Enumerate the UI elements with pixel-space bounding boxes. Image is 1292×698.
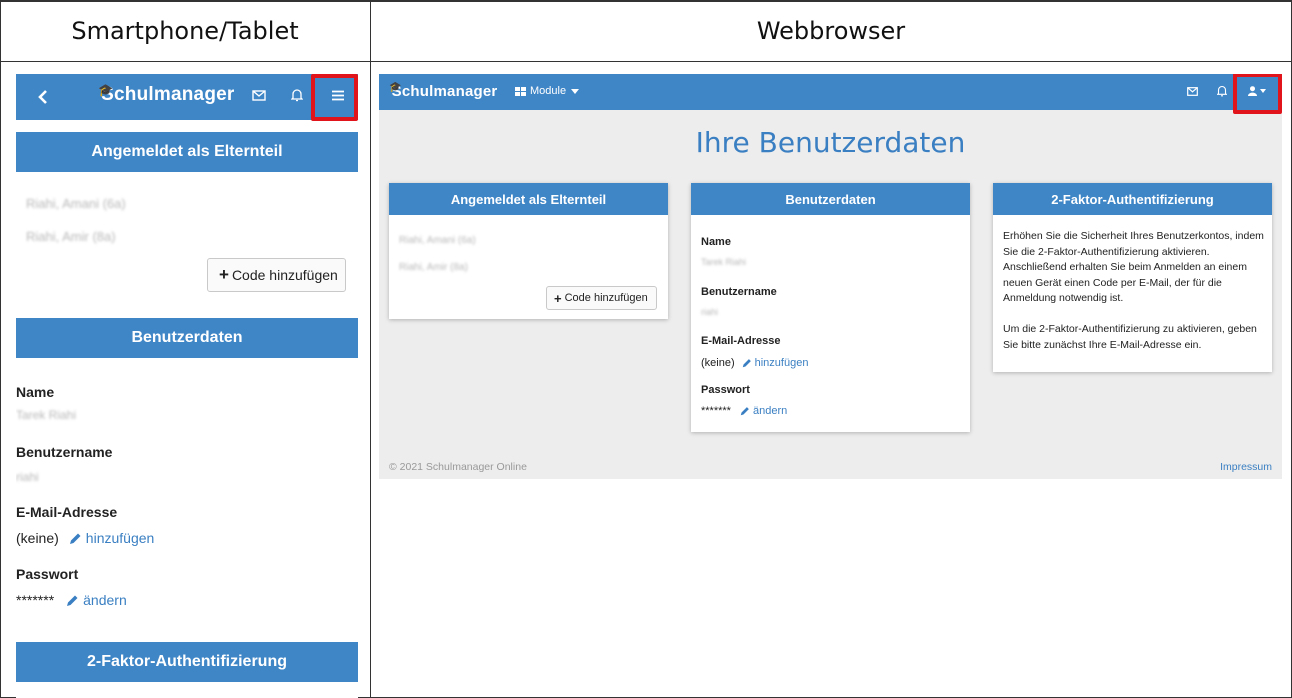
web-userdata-card: Benutzerdaten Name Tarek Riahi Benutzern… <box>691 183 970 432</box>
pencil-icon <box>740 407 749 416</box>
phone-brand[interactable]: 🎓 Schulmanager <box>98 83 235 106</box>
phone-username-label: Benutzername <box>16 444 113 460</box>
web-email-row: (keine) hinzufügen <box>701 357 808 369</box>
web-twofa-instruction: Um die 2-Faktor-Authentifizierung zu akt… <box>1003 323 1257 351</box>
web-email-add-text: hinzufügen <box>754 357 809 369</box>
web-module-menu[interactable]: Module <box>515 85 580 97</box>
web-password-change-link[interactable]: ändern <box>740 405 787 417</box>
web-add-code-button[interactable]: + Code hinzufügen <box>546 286 657 310</box>
page-title: Ihre Benutzerdaten <box>695 126 966 159</box>
envelope-icon[interactable] <box>1187 87 1198 96</box>
web-brand-text: Schulmanager <box>391 83 498 100</box>
web-username-value: riahi <box>701 307 719 317</box>
web-twofa-description: Erhöhen Sie die Sicherheit Ihres Benutze… <box>1003 230 1264 304</box>
web-password-change-text: ändern <box>752 405 788 417</box>
phone-email-label: E-Mail-Adresse <box>16 504 118 520</box>
phone-password-change-text: ändern <box>83 592 127 608</box>
frame-border-left <box>0 0 1 698</box>
phone-name-label: Name <box>16 384 55 400</box>
web-parent-card-header: Angemeldet als Elternteil <box>389 183 668 215</box>
phone-parent-header: Angemeldet als Elternteil <box>16 132 358 172</box>
web-name-value: Tarek Riahi <box>701 257 747 267</box>
phone-username-value: riahi <box>16 470 39 484</box>
web-module-menu-label: Module <box>530 85 567 97</box>
graduation-cap-icon: 🎓 <box>389 82 402 93</box>
phone-child-1: Riahi, Amani (6a) <box>26 196 126 211</box>
web-footer-copyright: © 2021 Schulmanager Online <box>389 461 527 473</box>
web-password-value: ******* <box>701 405 731 417</box>
web-username-label: Benutzername <box>701 286 777 298</box>
phone-add-code-label: Code hinzufügen <box>231 267 338 283</box>
web-brand[interactable]: 🎓 Schulmanager <box>389 82 498 100</box>
phone-email-add-link[interactable]: hinzufügen <box>69 530 155 546</box>
web-password-label: Passwort <box>701 384 750 396</box>
web-password-row: ******* ändern <box>701 405 787 417</box>
phone-email-row: (keine) hinzufügen <box>16 530 154 546</box>
web-child-2: Riahi, Amir (8a) <box>399 262 468 273</box>
phone-password-change-link[interactable]: ändern <box>66 592 127 608</box>
web-twofa-card: 2-Faktor-Authentifizierung Erhöhen Sie d… <box>993 183 1272 372</box>
phone-userdata-header: Benutzerdaten <box>16 318 358 358</box>
phone-email-value: (keine) <box>16 530 59 546</box>
web-add-code-label: Code hinzufügen <box>564 292 648 304</box>
web-name-label: Name <box>701 236 731 248</box>
column-divider <box>370 0 371 698</box>
envelope-icon[interactable] <box>252 90 266 101</box>
web-twofa-card-header: 2-Faktor-Authentifizierung <box>993 183 1272 215</box>
back-icon[interactable] <box>36 88 50 106</box>
phone-password-value: ******* <box>16 592 55 608</box>
web-email-value: (keine) <box>701 357 735 369</box>
pencil-icon <box>67 595 78 606</box>
web-navbar: 🎓 Schulmanager Module <box>379 74 1282 110</box>
web-email-add-link[interactable]: hinzufügen <box>742 357 809 369</box>
smartphone-view: 🎓 Schulmanager Angemeldet als Elternteil … <box>16 74 358 698</box>
plus-icon: + <box>554 290 562 306</box>
pencil-icon <box>742 359 751 368</box>
graduation-cap-icon: 🎓 <box>98 83 114 97</box>
column-title-webbrowser: Webbrowser <box>756 17 906 45</box>
web-userdata-card-header: Benutzerdaten <box>691 183 970 215</box>
web-child-1: Riahi, Amani (6a) <box>399 235 476 246</box>
phone-add-code-button[interactable]: + Code hinzufügen <box>207 258 346 292</box>
phone-password-label: Passwort <box>16 566 79 582</box>
phone-brand-text: Schulmanager <box>101 84 235 105</box>
menu-highlight-box <box>311 74 358 121</box>
bell-icon[interactable] <box>291 88 303 102</box>
phone-password-row: ******* ändern <box>16 592 127 608</box>
caret-down-icon <box>571 88 580 94</box>
web-footer-impressum-link[interactable]: Impressum <box>1220 461 1272 473</box>
phone-email-add-text: hinzufügen <box>85 530 155 546</box>
webbrowser-view: 🎓 Schulmanager Module Ihre Benutzerdaten … <box>379 74 1282 479</box>
phone-name-value: Tarek Riahi <box>16 408 77 422</box>
column-title-smartphone: Smartphone/Tablet <box>71 17 299 45</box>
pencil-icon <box>69 533 81 544</box>
bell-icon[interactable] <box>1217 85 1227 97</box>
phone-navbar: 🎓 Schulmanager <box>16 74 358 120</box>
phone-twofa-header: 2-Faktor-Authentifizierung <box>16 642 358 682</box>
user-menu-highlight-box <box>1233 74 1282 114</box>
plus-icon: + <box>219 265 229 284</box>
web-parent-card: Angemeldet als Elternteil Riahi, Amani (… <box>389 183 668 319</box>
phone-child-2: Riahi, Amir (8a) <box>26 229 116 244</box>
grid-icon <box>515 86 526 96</box>
web-email-label: E-Mail-Adresse <box>701 335 781 347</box>
